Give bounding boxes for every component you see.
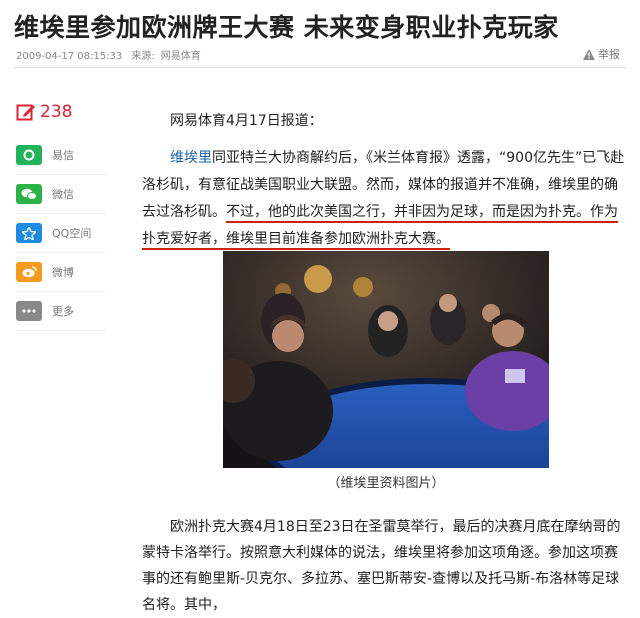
- share-label: 微信: [52, 188, 74, 201]
- article-body: 网易体育4月17日报道： 维埃里同亚特兰大协商解约后，《米兰体育报》透露，“90…: [142, 108, 630, 253]
- share-more[interactable]: 更多: [16, 292, 106, 331]
- article-photo: [223, 251, 549, 468]
- title-divider: [14, 67, 626, 68]
- warning-icon: [583, 48, 595, 60]
- share-label: QQ空间: [52, 227, 92, 240]
- source-label: 来源:: [131, 51, 155, 62]
- wechat-icon: [16, 184, 42, 204]
- more-icon: [16, 301, 42, 321]
- share-wechat[interactable]: 微信: [16, 175, 106, 214]
- share-weibo[interactable]: 微博: [16, 253, 106, 292]
- paragraph-text: 欧洲扑克大赛4月18日至23日在圣雷莫举行，最后的决赛月底在摩纳哥的蒙特卡洛举行…: [142, 519, 621, 613]
- weibo-icon: [16, 262, 42, 282]
- article-paragraph-2: 欧洲扑克大赛4月18日至23日在圣雷莫举行，最后的决赛月底在摩纳哥的蒙特卡洛举行…: [142, 514, 630, 618]
- photo-caption: （维埃里资料图片）: [327, 476, 445, 491]
- comment-edit-icon: [16, 104, 35, 121]
- source-link[interactable]: 网易体育: [161, 51, 201, 62]
- share-label: 更多: [52, 305, 74, 318]
- share-bar: 易信 微信 QQ空间 微博 更多: [16, 136, 106, 331]
- article-meta: 2009-04-17 08:15:33 来源: 网易体育: [16, 47, 207, 62]
- poker-table-image: [223, 251, 549, 468]
- player-link[interactable]: 维埃里: [170, 150, 212, 166]
- article-intro: 网易体育4月17日报道：: [170, 113, 323, 129]
- share-yixin[interactable]: 易信: [16, 136, 106, 175]
- publish-datetime: 2009-04-17 08:15:33: [16, 51, 123, 62]
- article-paragraph: 维埃里同亚特兰大协商解约后，《米兰体育报》透露，“900亿先生”已飞赴洛杉矶，有…: [142, 145, 630, 253]
- qzone-icon: [16, 223, 42, 243]
- share-label: 微博: [52, 266, 74, 279]
- report-label: 举报: [598, 48, 620, 61]
- article-title: 维埃里参加欧洲牌王大赛 未来变身职业扑克玩家: [14, 13, 559, 42]
- comment-count-button[interactable]: 238: [16, 102, 72, 122]
- share-label: 易信: [52, 149, 74, 162]
- report-button[interactable]: 举报: [583, 46, 620, 62]
- yixin-icon: [16, 145, 42, 165]
- comment-count: 238: [40, 102, 73, 122]
- share-qzone[interactable]: QQ空间: [16, 214, 106, 253]
